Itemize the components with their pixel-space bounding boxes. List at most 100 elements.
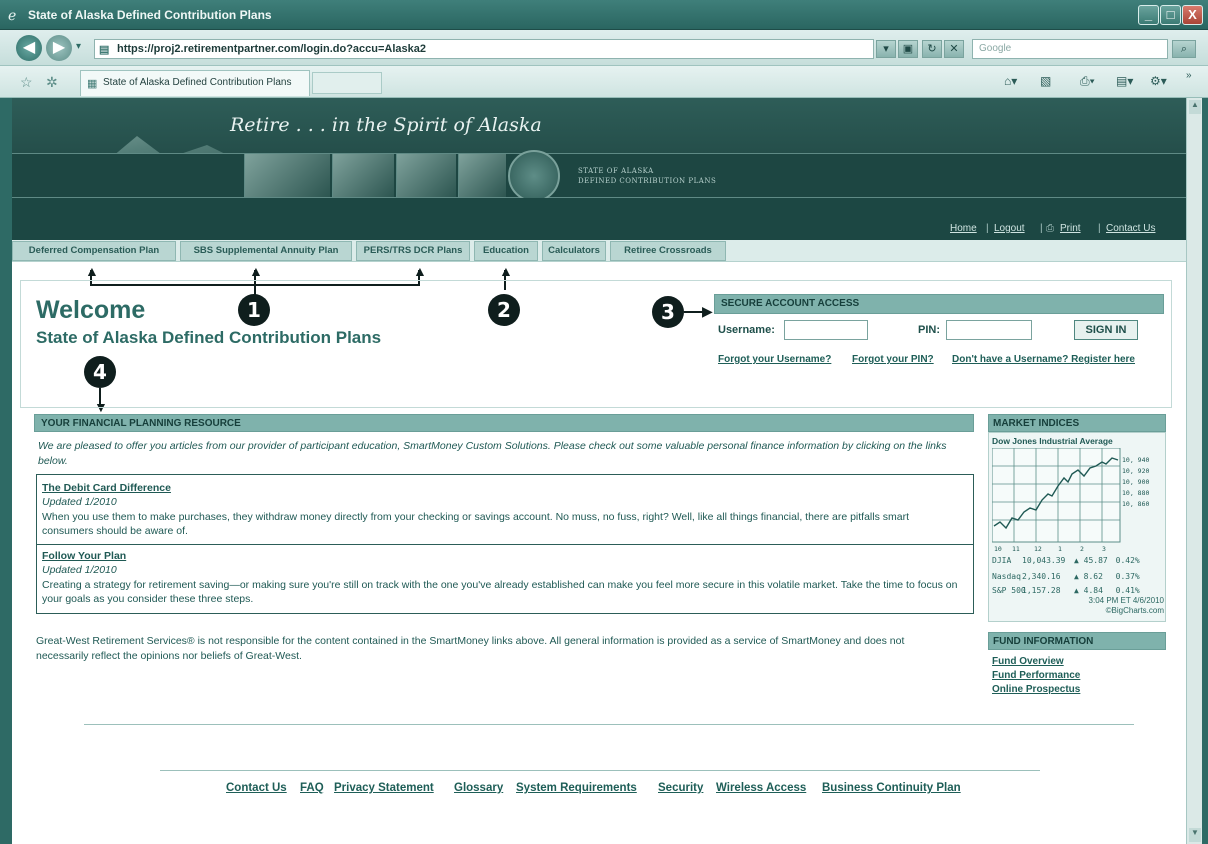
arrow-up-icon: ▲ <box>249 263 263 279</box>
market-header: MARKET INDICES <box>988 414 1166 432</box>
window-title: State of Alaska Defined Contribution Pla… <box>28 8 272 22</box>
home-icon[interactable]: ⌂▾ <box>1004 74 1017 88</box>
back-button[interactable]: ◀ <box>16 35 42 61</box>
refresh-icon[interactable]: ↻ <box>922 40 942 58</box>
login-header: SECURE ACCOUNT ACCESS <box>714 294 1164 314</box>
compat-view-icon[interactable]: ▾ <box>876 40 896 58</box>
y-tick-label: 10, 880 <box>1122 489 1149 497</box>
browser-icon: ℯ <box>8 7 17 23</box>
online-prospectus-link[interactable]: Online Prospectus <box>992 684 1080 695</box>
feeds-icon[interactable]: ▧ <box>1040 74 1051 88</box>
index-pct: 0.41% <box>1115 586 1140 595</box>
maximize-button[interactable]: □ <box>1160 5 1181 25</box>
article-date: Updated 1/2010 <box>42 496 117 508</box>
url-field[interactable]: ▤ https://proj2.retirementpartner.com/lo… <box>94 39 874 59</box>
index-value: 2,340.16 <box>1022 572 1061 581</box>
footer-requirements-link[interactable]: System Requirements <box>516 782 637 794</box>
forgot-username-link[interactable]: Forgot your Username? <box>718 354 831 365</box>
x-tick-label: 1 <box>1058 545 1062 552</box>
add-favorites-icon[interactable]: ✲ <box>46 74 58 91</box>
tools-menu-icon[interactable]: ⚙▾ <box>1150 74 1167 88</box>
y-tick-label: 10, 860 <box>1122 500 1149 508</box>
print-icon[interactable]: ⎙▾ <box>1080 74 1095 89</box>
arrow-up-icon: ▲ <box>499 263 513 279</box>
nav-sbs-supplemental[interactable]: SBS Supplemental Annuity Plan <box>180 241 352 261</box>
contact-us-link[interactable]: Contact Us <box>1106 223 1155 234</box>
minimize-button[interactable]: _ <box>1138 5 1159 25</box>
pin-field[interactable] <box>946 320 1032 340</box>
scroll-down-icon[interactable]: ▼ <box>1189 828 1201 842</box>
favorites-star-icon[interactable]: ☆ <box>20 74 33 91</box>
arrow-up-icon: ▲ <box>413 263 427 279</box>
forgot-pin-link[interactable]: Forgot your PIN? <box>852 354 934 365</box>
article-summary: Creating a strategy for retirement savin… <box>42 579 958 605</box>
print-link[interactable]: Print <box>1060 223 1081 234</box>
window-frame-left <box>0 98 12 844</box>
stop-icon[interactable]: ✕ <box>944 40 964 58</box>
org-name-line2: DEFINED CONTRIBUTION PLANS <box>578 177 717 185</box>
state-seal-icon <box>508 150 560 202</box>
window-frame-right <box>1202 98 1208 844</box>
close-button[interactable]: X <box>1182 5 1203 25</box>
page-title: Welcome <box>36 296 146 324</box>
logout-link[interactable]: Logout <box>994 223 1025 234</box>
article-title-link[interactable]: The Debit Card Difference <box>42 482 171 494</box>
x-tick-label: 3 <box>1102 545 1106 552</box>
fund-overview-link[interactable]: Fund Overview <box>992 656 1064 667</box>
market-chart: 10, 940 10, 920 10, 900 10, 880 10, 860 … <box>992 448 1149 552</box>
separator: | <box>986 223 989 234</box>
more-chevron-icon[interactable]: » <box>1186 70 1192 81</box>
market-timestamp: 3:04 PM ET 4/6/2010 ©BigCharts.com <box>1052 596 1164 616</box>
username-label: Username: <box>718 324 775 336</box>
separator: | <box>1040 223 1043 234</box>
nav-calculators[interactable]: Calculators <box>542 241 606 261</box>
fund-performance-link[interactable]: Fund Performance <box>992 670 1080 681</box>
search-icon[interactable]: ⌕ <box>1172 40 1196 58</box>
separator: | <box>1098 223 1101 234</box>
index-up-icon: ▲ <box>1074 586 1084 595</box>
nav-deferred-compensation[interactable]: Deferred Compensation Plan <box>12 241 176 261</box>
y-tick-label: 10, 940 <box>1122 456 1149 464</box>
page-menu-icon[interactable]: ▤▾ <box>1116 74 1133 88</box>
market-time: 3:04 PM ET 4/6/2010 <box>1088 596 1164 605</box>
footer-contact-link[interactable]: Contact Us <box>226 782 287 794</box>
new-tab-button[interactable] <box>312 72 382 94</box>
username-field[interactable] <box>784 320 868 340</box>
forward-button[interactable]: ▶ <box>46 35 72 61</box>
footer-faq-link[interactable]: FAQ <box>300 782 324 794</box>
footer-security-link[interactable]: Security <box>658 782 703 794</box>
printer-icon[interactable]: ⎙ <box>1046 223 1054 234</box>
nav-education[interactable]: Education <box>474 241 538 261</box>
footer-privacy-link[interactable]: Privacy Statement <box>334 782 434 794</box>
search-input[interactable]: Google <box>972 39 1168 59</box>
market-credit: ©BigCharts.com <box>1105 606 1164 615</box>
y-tick-label: 10, 900 <box>1122 478 1149 486</box>
sign-in-button[interactable]: SIGN IN <box>1074 320 1138 340</box>
browser-tab[interactable]: ▦ State of Alaska Defined Contribution P… <box>80 70 310 96</box>
register-link[interactable]: Don't have a Username? Register here <box>952 354 1135 365</box>
y-tick-label: 10, 920 <box>1122 467 1149 475</box>
vertical-scrollbar[interactable]: ▲ ▼ <box>1186 98 1202 844</box>
index-up-icon: ▲ <box>1074 556 1084 565</box>
index-row-sp500: S&P 5001,157.28 ▲ 4.84 0.41% <box>992 586 1140 595</box>
page-subtitle: State of Alaska Defined Contribution Pla… <box>36 328 382 347</box>
resource-intro: We are pleased to offer you articles fro… <box>38 440 947 467</box>
article-title-link[interactable]: Follow Your Plan <box>42 550 126 562</box>
nav-pers-trs-dcr[interactable]: PERS/TRS DCR Plans <box>356 241 470 261</box>
index-row-djia: DJIA 10,043.39 ▲ 45.87 0.42% <box>992 556 1140 565</box>
index-name: S&P 500 <box>992 586 1026 595</box>
footer-glossary-link[interactable]: Glossary <box>454 782 503 794</box>
url-text: https://proj2.retirementpartner.com/logi… <box>117 43 426 55</box>
nav-retiree-crossroads[interactable]: Retiree Crossroads <box>610 241 726 261</box>
market-chart-title: Dow Jones Industrial Average <box>992 436 1113 446</box>
articles-divider <box>36 544 974 545</box>
scroll-up-icon[interactable]: ▲ <box>1189 100 1201 114</box>
article-summary: When you use them to make purchases, the… <box>42 511 910 537</box>
site-banner: Retire . . . in the Spirit of Alaska STA… <box>12 98 1186 240</box>
history-dropdown-icon[interactable]: ▾ <box>76 41 81 52</box>
home-link[interactable]: Home <box>950 223 977 234</box>
main-nav: Deferred Compensation Plan SBS Supplemen… <box>12 240 1186 262</box>
lock-icon[interactable]: ▣ <box>898 40 918 58</box>
footer-wireless-link[interactable]: Wireless Access <box>716 782 806 794</box>
footer-continuity-link[interactable]: Business Continuity Plan <box>822 782 961 794</box>
